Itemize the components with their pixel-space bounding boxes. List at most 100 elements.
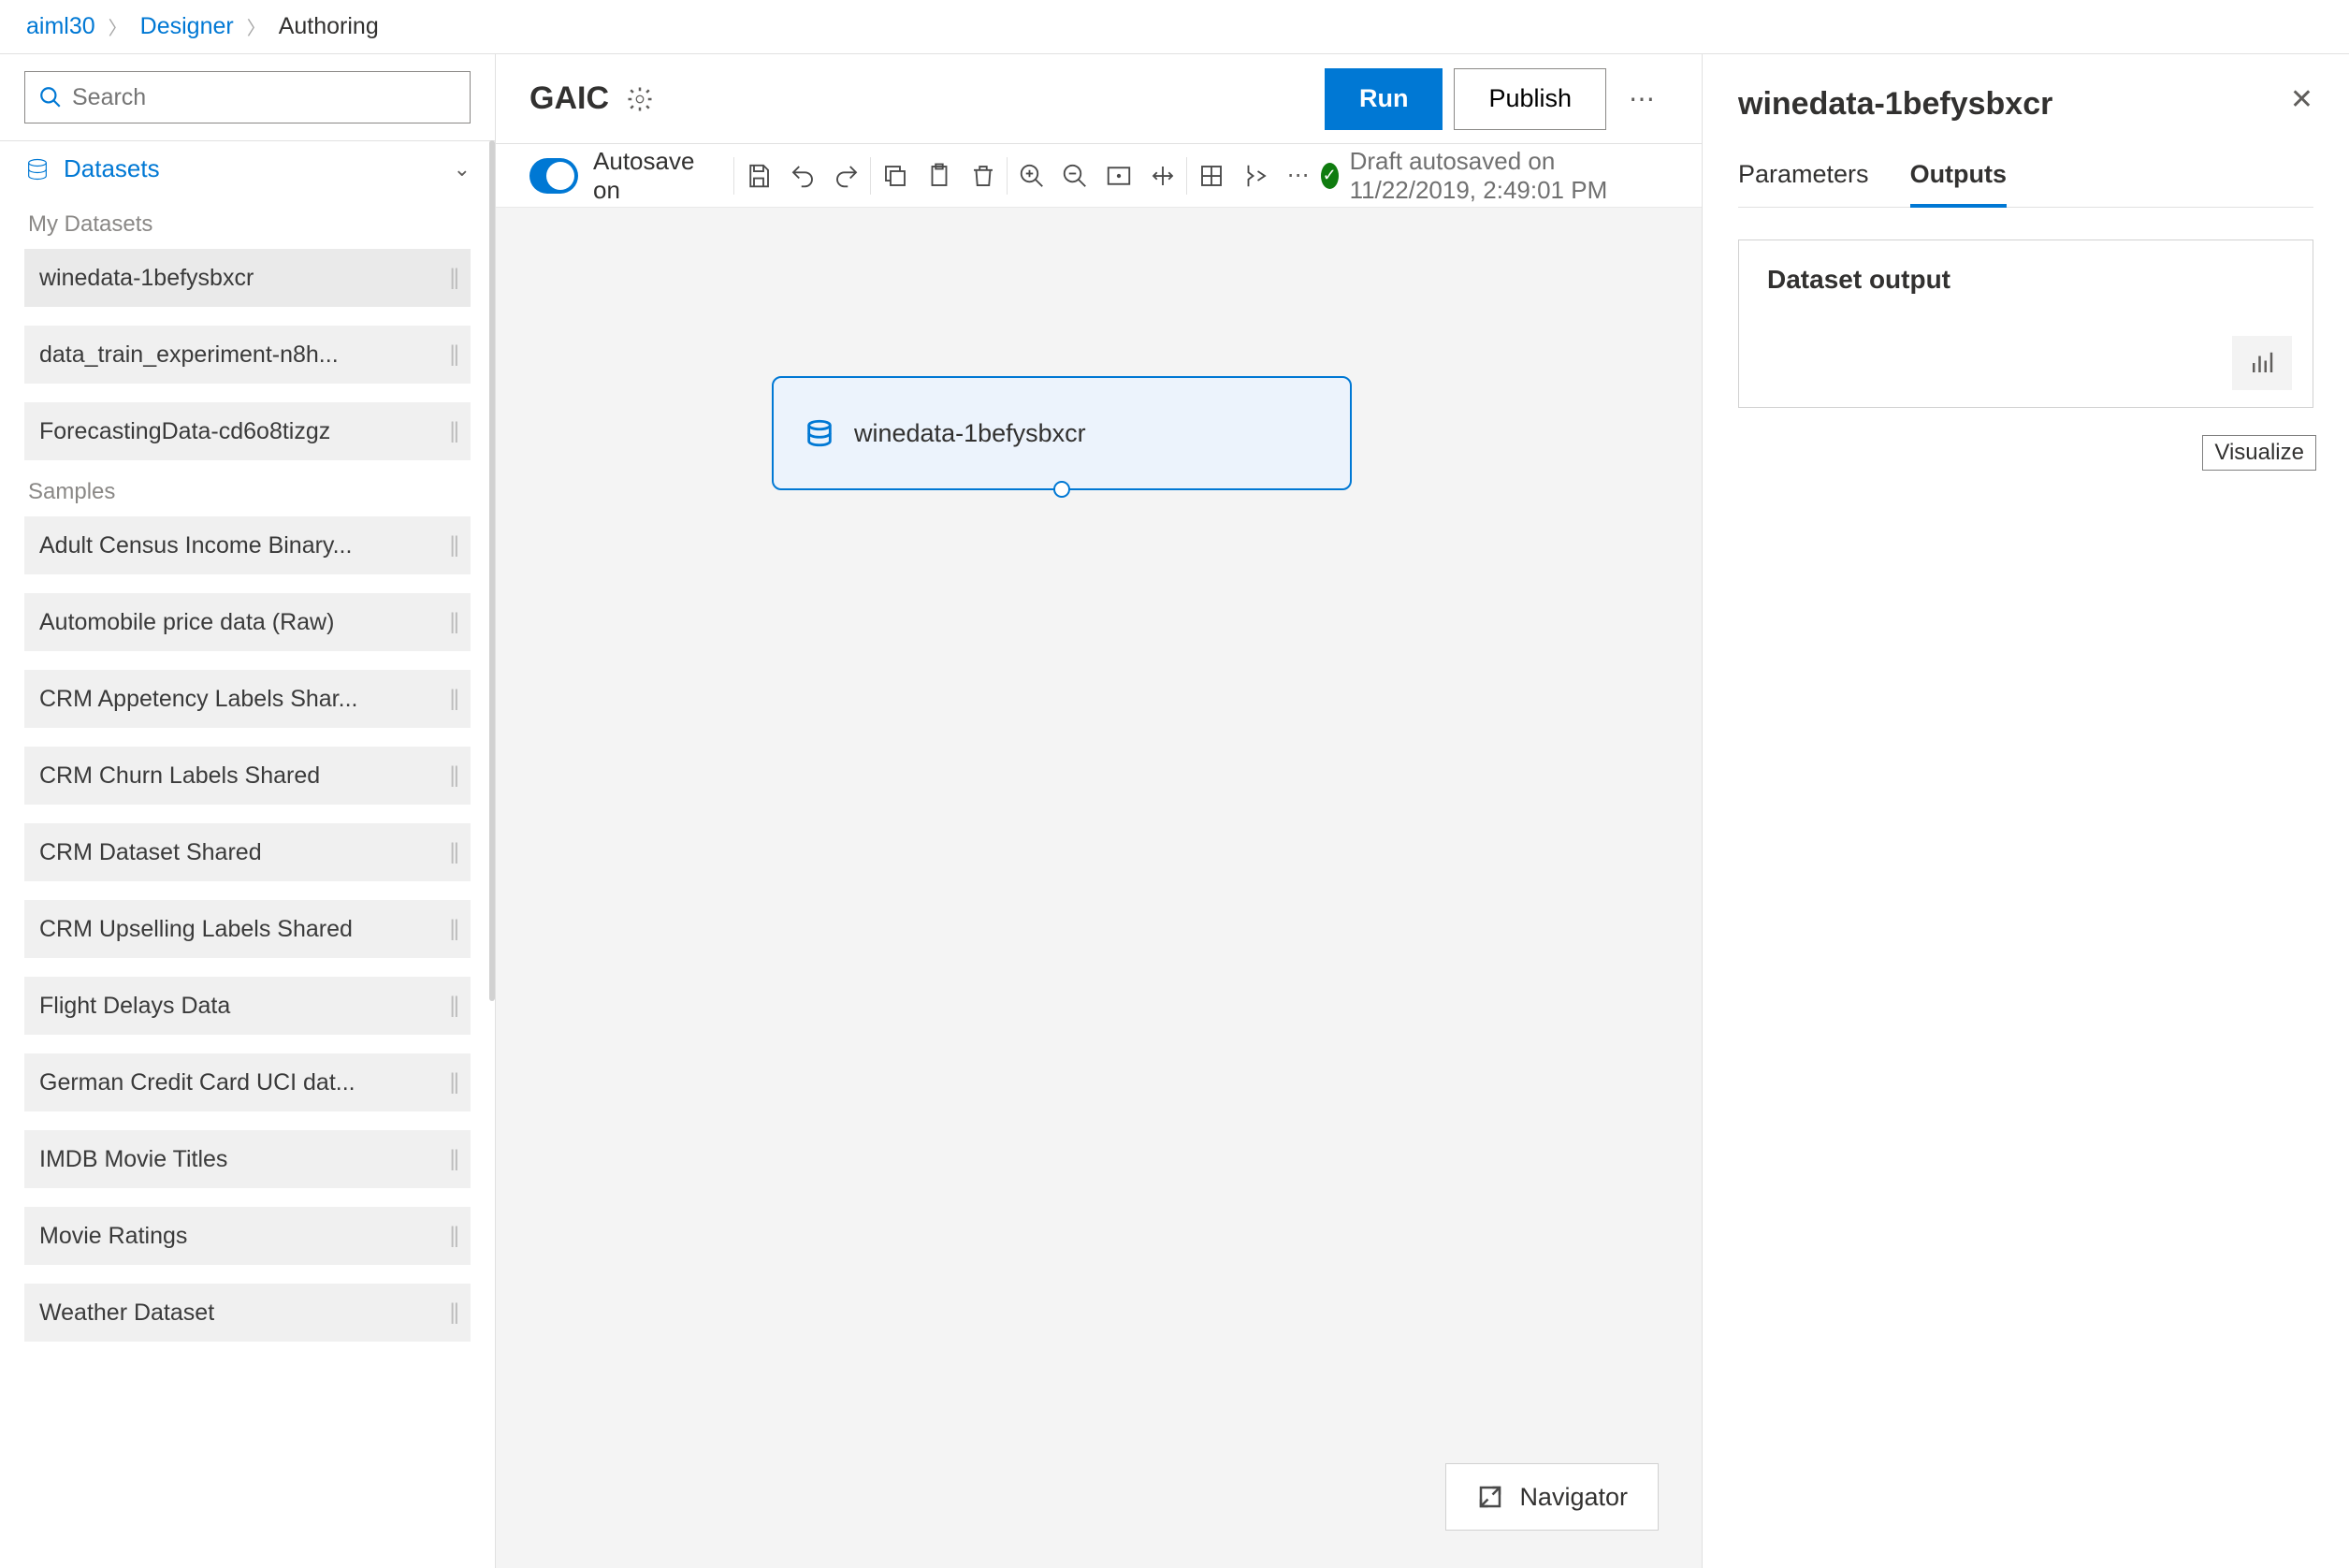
drag-handle-icon[interactable]: || [450,762,457,789]
scrollbar-thumb[interactable] [489,140,495,1001]
pipeline-canvas[interactable]: winedata-1befysbxcr Navigator [496,208,1702,1568]
datasets-section-toggle[interactable]: Datasets ⌄ [0,141,495,196]
database-icon [24,156,51,182]
palette-item[interactable]: winedata-1befysbxcr || [24,249,471,307]
copy-icon[interactable] [873,155,917,196]
publish-button[interactable]: Publish [1454,68,1606,130]
palette-item[interactable]: Automobile price data (Raw) || [24,593,471,651]
breadcrumb-workspace[interactable]: aiml30 [26,13,95,40]
palette-item[interactable]: Movie Ratings || [24,1207,471,1265]
zoom-in-icon[interactable] [1009,155,1053,196]
palette-item-label: CRM Dataset Shared [39,839,269,866]
palette-item-label: Flight Delays Data [39,993,238,1020]
asset-palette: Datasets ⌄ My Datasets winedata-1befysbxc… [0,54,496,1568]
drag-handle-icon[interactable]: || [450,839,457,865]
node-label: winedata-1befysbxcr [854,419,1086,448]
palette-item-label: Movie Ratings [39,1223,195,1250]
navigator-button[interactable]: Navigator [1445,1463,1659,1531]
palette-item[interactable]: CRM Upselling Labels Shared || [24,900,471,958]
autosave-toggle[interactable] [529,158,578,194]
datasets-section-label: Datasets [64,154,160,183]
database-icon [804,417,835,449]
dataset-output-card: Dataset output Visualize [1738,240,2313,408]
drag-handle-icon[interactable]: || [450,1223,457,1249]
autosave-status: ✓ Draft autosaved on 11/22/2019, 2:49:01… [1321,147,1668,205]
paste-icon[interactable] [917,155,961,196]
grid-icon[interactable] [1189,155,1233,196]
palette-item-label: ForecastingData-cd6o8tizgz [39,418,338,445]
palette-item-label: Automobile price data (Raw) [39,609,341,636]
success-icon: ✓ [1321,163,1339,189]
palette-item-label: CRM Churn Labels Shared [39,762,327,790]
pipeline-header: GAIC Run Publish ⋯ [496,54,1702,144]
palette-item[interactable]: ForecastingData-cd6o8tizgz || [24,402,471,460]
palette-item[interactable]: German Credit Card UCI dat... || [24,1053,471,1111]
workspace: GAIC Run Publish ⋯ Autosave on [496,54,1702,1568]
palette-item[interactable]: CRM Dataset Shared || [24,823,471,881]
palette-item[interactable]: CRM Churn Labels Shared || [24,747,471,805]
palette-item[interactable]: Flight Delays Data || [24,977,471,1035]
autosave-label: Autosave on [593,147,694,205]
chevron-down-icon: ⌄ [454,157,471,181]
drag-handle-icon[interactable]: || [450,265,457,291]
tab-parameters[interactable]: Parameters [1738,160,1869,208]
palette-item-label: Weather Dataset [39,1299,222,1327]
search-input[interactable] [24,71,471,123]
drag-handle-icon[interactable]: || [450,993,457,1019]
palette-item[interactable]: Weather Dataset || [24,1284,471,1342]
toolbar-more-icon[interactable]: ⋯ [1277,155,1321,196]
auto-layout-icon[interactable] [1233,155,1277,196]
close-icon[interactable]: ✕ [2290,86,2313,114]
palette-item-label: winedata-1befysbxcr [39,265,261,292]
redo-icon[interactable] [824,155,868,196]
drag-handle-icon[interactable]: || [450,418,457,444]
fit-screen-icon[interactable] [1096,155,1140,196]
drag-handle-icon[interactable]: || [450,532,457,559]
run-button[interactable]: Run [1325,68,1443,130]
search-icon [38,85,63,109]
drag-handle-icon[interactable]: || [450,1146,457,1172]
palette-item[interactable]: Adult Census Income Binary... || [24,516,471,574]
palette-group-label: My Datasets [28,211,471,238]
search-field[interactable] [72,84,457,111]
palette-item-label: Adult Census Income Binary... [39,532,359,559]
pipeline-node-dataset[interactable]: winedata-1befysbxcr [772,376,1352,490]
more-actions-icon[interactable]: ⋯ [1617,83,1668,114]
status-text: Draft autosaved on 11/22/2019, 2:49:01 P… [1350,147,1668,205]
undo-icon[interactable] [780,155,824,196]
palette-item-label: CRM Upselling Labels Shared [39,916,360,943]
drag-handle-icon[interactable]: || [450,686,457,712]
delete-icon[interactable] [961,155,1005,196]
drag-handle-icon[interactable]: || [450,609,457,635]
palette-item[interactable]: data_train_experiment-n8h... || [24,326,471,384]
drag-handle-icon[interactable]: || [450,341,457,368]
palette-item[interactable]: IMDB Movie Titles || [24,1130,471,1188]
expand-icon [1476,1483,1504,1511]
palette-item[interactable]: CRM Appetency Labels Shar... || [24,670,471,728]
save-icon[interactable] [736,155,780,196]
palette-group-label: Samples [28,479,471,505]
properties-title: winedata-1befysbxcr [1738,86,2052,123]
drag-handle-icon[interactable]: || [450,1069,457,1096]
actual-size-icon[interactable] [1140,155,1184,196]
drag-handle-icon[interactable]: || [450,1299,457,1326]
visualize-tooltip: Visualize [2202,435,2316,471]
properties-panel: winedata-1befysbxcr ✕ Parameters Outputs… [1702,54,2349,1568]
zoom-out-icon[interactable] [1052,155,1096,196]
palette-item-label: CRM Appetency Labels Shar... [39,686,365,713]
palette-item-label: German Credit Card UCI dat... [39,1069,363,1096]
output-card-title: Dataset output [1767,265,2284,295]
palette-item-label: IMDB Movie Titles [39,1146,235,1173]
chevron-right-icon: 〉 [247,13,266,40]
breadcrumb: aiml30 〉 Designer 〉 Authoring [0,0,2349,54]
node-output-port[interactable] [1053,481,1070,498]
navigator-label: Navigator [1519,1483,1628,1512]
palette-item-label: data_train_experiment-n8h... [39,341,346,369]
tab-outputs[interactable]: Outputs [1910,160,2007,208]
properties-tabs: Parameters Outputs [1738,160,2313,208]
palette-list[interactable]: My Datasetswinedata-1befysbxcr||data_tra… [0,196,495,1568]
visualize-button[interactable] [2232,336,2292,390]
gear-icon[interactable] [626,85,654,113]
drag-handle-icon[interactable]: || [450,916,457,942]
breadcrumb-designer[interactable]: Designer [140,13,234,40]
